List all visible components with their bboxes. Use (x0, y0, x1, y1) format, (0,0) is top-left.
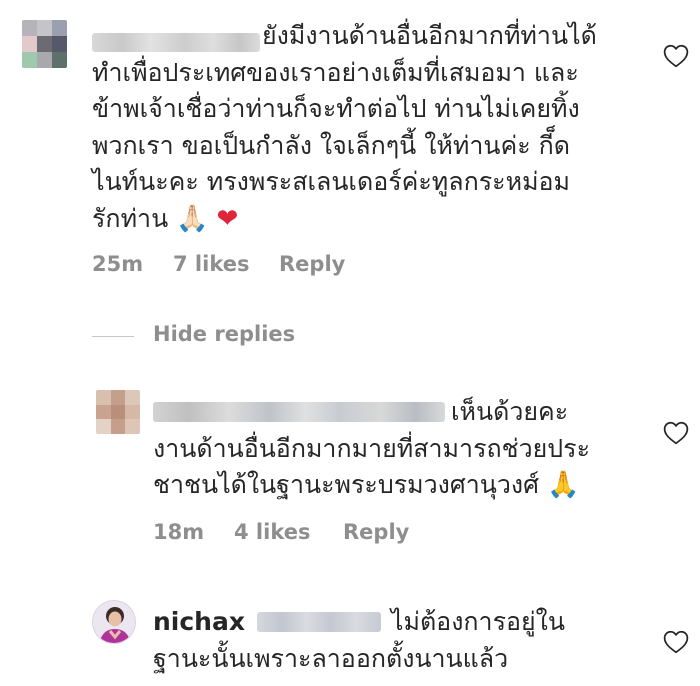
reply-button[interactable]: Reply (279, 252, 345, 276)
comment-text: ยังมีงานด้านอื่นอีกมากที่ท่านได้ ทำเพื่อ… (92, 18, 632, 237)
comment-line: ชาชนได้ในฐานะพระบรมวงศานุวงศ์ 🙏 (153, 467, 653, 504)
comment-line: งานด้านอื่นอีกมากมายที่สามารถช่วยประ (153, 433, 591, 463)
reply-text: nichax ไม่ต้องการอยู่ใน ฐานะนั้นเพราะลาอ… (153, 604, 653, 677)
comment-time: 18m (153, 520, 205, 544)
replies-divider (92, 336, 134, 337)
comment-line: เห็นด้วยคะ (451, 397, 569, 426)
username-redacted (256, 612, 381, 632)
comment-line-text: รักท่าน (92, 203, 169, 233)
comment-line-text: ไม่ต้องการอยู่ใน (390, 607, 565, 636)
avatar[interactable] (92, 600, 136, 644)
red-heart-emoji: ❤ (216, 203, 239, 234)
username[interactable]: nichax (153, 607, 245, 636)
comment-line: ยังมีงานด้านอื่นอีกมากที่ท่านได้ (262, 21, 597, 50)
comment-line: ไนท์นะคะ ทรงพระสเลนเดอร์ค่ะทูลกระหม่อม (92, 167, 571, 196)
heart-outline-icon[interactable] (663, 44, 689, 68)
avatar-image (93, 601, 135, 643)
avatar[interactable] (96, 390, 140, 434)
folded-hands-emoji: 🙏🏻 (176, 203, 209, 234)
comment-line: รักท่าน 🙏🏻 ❤ (92, 201, 632, 238)
likes-count[interactable]: 4 likes (234, 520, 310, 544)
comment-line: ข้าพเจ้าเชื่อว่าท่านก็จะทำต่อไป ท่านไม่เ… (92, 94, 580, 123)
comment-time: 25m (92, 252, 144, 276)
comment-line: ฐานะนั้นเพราะลาออกตั้งนานแล้ว (153, 643, 509, 673)
reply-button[interactable]: Reply (343, 520, 409, 544)
comment-line: ทำเพื่อประเทศของเราอย่างเต็มที่เสมอมา แล… (92, 57, 579, 87)
comment-line: พวกเรา ขอเป็นกำลัง ใจเล็กๆนี้ ให้ท่านค่ะ… (92, 130, 570, 160)
comment-line: nichax ไม่ต้องการอยู่ใน (153, 604, 653, 641)
likes-count[interactable]: 7 likes (173, 252, 249, 276)
hide-replies-button[interactable]: Hide replies (153, 322, 295, 346)
heart-outline-icon[interactable] (663, 421, 689, 445)
folded-hands-emoji: 🙏 (546, 470, 580, 500)
avatar[interactable] (22, 20, 67, 68)
heart-outline-icon[interactable] (663, 630, 689, 654)
reply-text: เห็นด้วยคะ งานด้านอื่นอีกมากมายที่สามารถ… (153, 394, 653, 504)
comment-line-text: ชาชนได้ในฐานะพระบรมวงศานุวงศ์ (153, 470, 539, 499)
